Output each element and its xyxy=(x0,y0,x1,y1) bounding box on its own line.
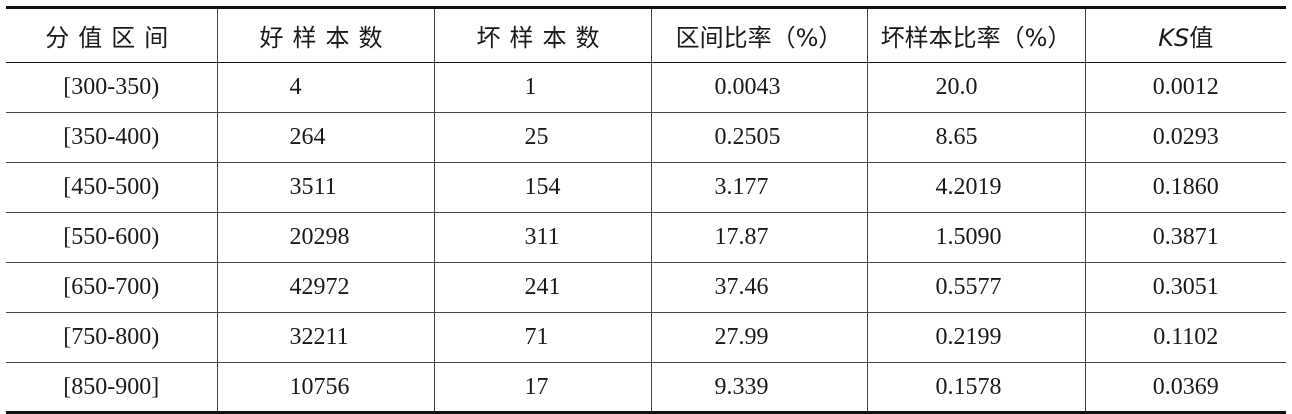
cell-score-range: [300-350) xyxy=(63,74,160,100)
cell-bad-sample-ratio: 8.65 xyxy=(866,112,1085,163)
table-row: [350-400) 264 25 0.2505 8.65 0.0293 xyxy=(6,112,1286,163)
header-ks-suffix: 值 xyxy=(1189,24,1214,52)
header-bad-sample-ratio: 坏样本比率（%） xyxy=(866,6,1085,63)
cell-bad-sample-ratio: 0.5577 xyxy=(866,262,1085,313)
table-row: [550-600) 20298 311 17.87 1.5090 0.3871 xyxy=(6,212,1286,263)
score-table-container: 分值区间 好样本数 坏样本数 区间比率（%） 坏样本比率（%） KS值 [300… xyxy=(6,6,1286,414)
cell-bad-samples: 311 xyxy=(433,212,651,263)
cell-good-samples: 264 xyxy=(216,112,434,163)
table-body: [300-350) 4 1 0.0043 20.0 0.0012 [350-400) 264 2… xyxy=(6,62,1286,414)
cell-bad-samples: 25 xyxy=(433,112,651,163)
header-good-samples: 好样本数 xyxy=(216,6,434,63)
table-row: [450-500) 3511 154 3.177 4.2019 0.1860 xyxy=(6,162,1286,213)
table-row: [300-350) 4 1 0.0043 20.0 0.0012 xyxy=(6,62,1286,113)
header-interval-ratio: 区间比率（%） xyxy=(650,6,867,63)
cell-interval-ratio: 27.99 xyxy=(650,312,867,363)
cell-bad-samples: 241 xyxy=(433,262,651,313)
cell-bad-sample-ratio: 4.2019 xyxy=(866,162,1085,213)
cell-bad-samples: 1 xyxy=(433,62,651,113)
cell-good-samples: 20298 xyxy=(216,212,434,263)
cell-good-samples: 4 xyxy=(216,62,434,113)
cell-score-range: [750-800) xyxy=(6,312,217,363)
cell-ks-value: 0.3871 xyxy=(1084,212,1286,263)
cell-interval-ratio: 17.87 xyxy=(650,212,867,263)
cell-ks-value: 0.1102 xyxy=(1084,312,1286,363)
cell-interval-ratio: 9.339 xyxy=(650,362,867,414)
header-score-range: 分值区间 xyxy=(6,6,217,63)
cell-bad-sample-ratio: 0.2199 xyxy=(866,312,1085,363)
cell-score-range: [650-700) xyxy=(6,262,217,313)
cell-bad-samples: 154 xyxy=(433,162,651,213)
score-ks-table: 分值区间 好样本数 坏样本数 区间比率（%） 坏样本比率（%） KS值 [300… xyxy=(6,6,1286,414)
cell-interval-ratio: 0.2505 xyxy=(650,112,867,163)
cell-score-range: [850-900] xyxy=(6,362,217,414)
cell-bad-samples: 71 xyxy=(433,312,651,363)
table-row: [650-700) 42972 241 37.46 0.5577 0.3051 xyxy=(6,262,1286,313)
cell-good-samples: 32211 xyxy=(216,312,434,363)
cell-ks-value: 0.1860 xyxy=(1084,162,1286,213)
cell-good-samples: 42972 xyxy=(216,262,434,313)
table-row: [750-800) 32211 71 27.99 0.2199 0.1102 xyxy=(6,312,1286,363)
cell-ks-value: 0.3051 xyxy=(1084,262,1286,313)
header-ks-value: KS值 xyxy=(1084,6,1286,63)
header-row: 分值区间 好样本数 坏样本数 区间比率（%） 坏样本比率（%） KS值 xyxy=(6,6,1286,63)
cell-score-range: [450-500) xyxy=(6,162,217,213)
cell-score-range: [550-600) xyxy=(6,212,217,263)
cell-interval-ratio: 0.0043 xyxy=(650,62,867,113)
header-ks-prefix: KS xyxy=(1158,24,1190,52)
cell-good-samples: 3511 xyxy=(216,162,434,213)
header-bad-samples: 坏样本数 xyxy=(433,6,651,63)
cell-ks-value: 0.0369 xyxy=(1084,362,1286,414)
cell-interval-ratio: 37.46 xyxy=(650,262,867,313)
table-header: 分值区间 好样本数 坏样本数 区间比率（%） 坏样本比率（%） KS值 xyxy=(6,6,1286,63)
cell-interval-ratio: 3.177 xyxy=(650,162,867,213)
cell-bad-sample-ratio: 20.0 xyxy=(866,62,1085,113)
cell-bad-sample-ratio: 0.1578 xyxy=(866,362,1085,414)
cell-ks-value: 0.0012 xyxy=(1084,62,1286,113)
cell-bad-sample-ratio: 1.5090 xyxy=(866,212,1085,263)
cell-good-samples: 10756 xyxy=(216,362,434,414)
table-row: [850-900] 10756 17 9.339 0.1578 0.0369 xyxy=(6,362,1286,414)
cell-score-range: [350-400) xyxy=(6,112,217,163)
cell-ks-value: 0.0293 xyxy=(1084,112,1286,163)
cell-bad-samples: 17 xyxy=(433,362,651,414)
